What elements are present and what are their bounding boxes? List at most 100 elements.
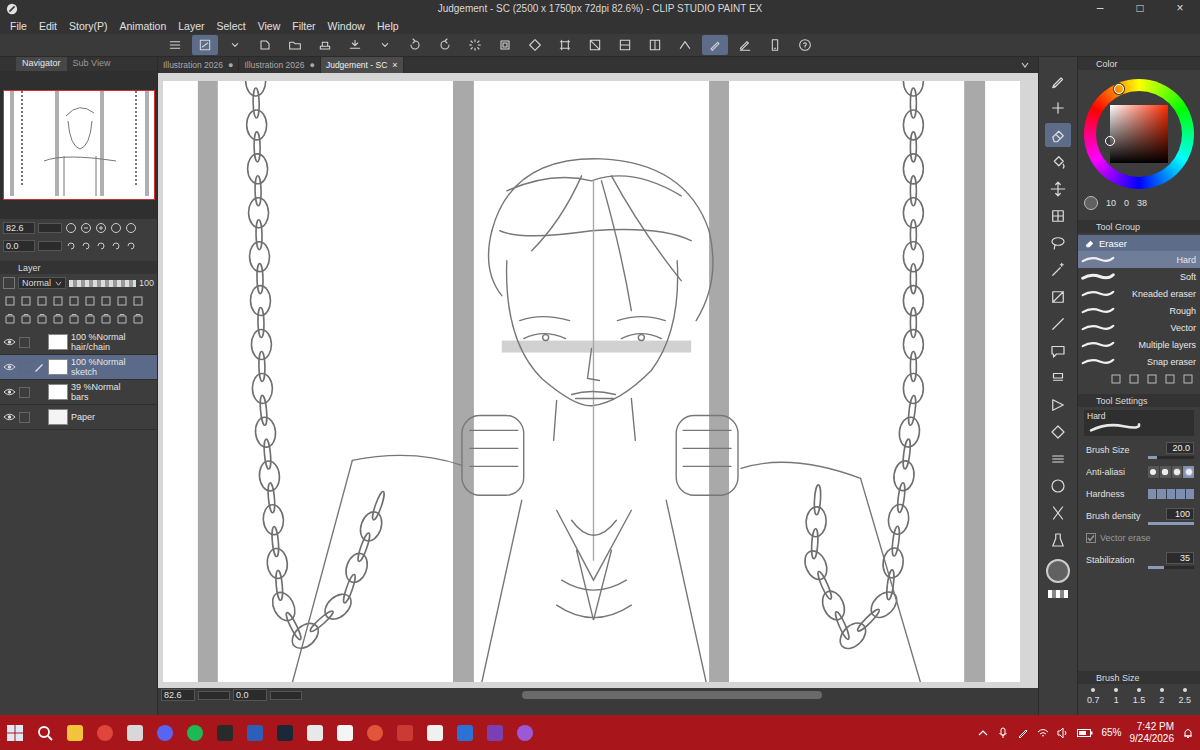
command-button[interactable] bbox=[702, 35, 728, 55]
command-button[interactable] bbox=[192, 35, 218, 55]
taskbar-app[interactable] bbox=[64, 719, 86, 747]
angle-field[interactable]: 0.0 bbox=[3, 240, 35, 252]
command-button[interactable] bbox=[792, 35, 818, 55]
command-button[interactable] bbox=[492, 35, 518, 55]
taskbar-app[interactable] bbox=[334, 719, 356, 747]
angle-slider[interactable] bbox=[38, 241, 62, 251]
drawing-canvas[interactable] bbox=[163, 81, 1020, 682]
tool-button[interactable] bbox=[1045, 339, 1071, 363]
rotate-button-icon[interactable] bbox=[65, 240, 77, 252]
zoom-button-icon[interactable] bbox=[110, 222, 122, 234]
taskbar-app[interactable] bbox=[94, 719, 116, 747]
eye-icon[interactable] bbox=[3, 362, 16, 372]
layer-tool-icon[interactable] bbox=[84, 295, 96, 307]
taskbar-app[interactable] bbox=[274, 719, 296, 747]
command-button[interactable] bbox=[672, 35, 698, 55]
setting-slider[interactable] bbox=[1148, 522, 1194, 525]
tool-button[interactable] bbox=[1045, 285, 1071, 309]
status-angle-slider[interactable] bbox=[270, 691, 302, 700]
notification-bell-icon[interactable] bbox=[1182, 727, 1194, 739]
eye-icon[interactable] bbox=[3, 337, 16, 347]
menu-item[interactable]: Filter bbox=[286, 20, 321, 32]
command-button[interactable] bbox=[402, 35, 428, 55]
tool-button[interactable] bbox=[1045, 69, 1071, 93]
command-button[interactable] bbox=[552, 35, 578, 55]
layer-tool-icon[interactable] bbox=[132, 295, 144, 307]
taskbar-app[interactable] bbox=[304, 719, 326, 747]
blend-mode-dropdown[interactable]: Normal bbox=[18, 277, 66, 289]
sub-tool-item[interactable]: Rough bbox=[1078, 302, 1200, 319]
taskbar-app[interactable] bbox=[484, 719, 506, 747]
tool-button[interactable] bbox=[1045, 474, 1071, 498]
brush-size-dot[interactable] bbox=[1091, 688, 1095, 692]
layer-tool-icon[interactable] bbox=[100, 295, 112, 307]
layer-tool-icon[interactable] bbox=[116, 295, 128, 307]
rotate-button-icon[interactable] bbox=[110, 240, 122, 252]
saturation-value-square[interactable] bbox=[1110, 105, 1168, 163]
layer-action-icon[interactable] bbox=[20, 313, 32, 325]
layer-action-icon[interactable] bbox=[84, 313, 96, 325]
status-zoom-slider[interactable] bbox=[198, 691, 230, 700]
panel-tab[interactable]: Sub View bbox=[67, 57, 117, 71]
pen-icon[interactable] bbox=[1017, 727, 1029, 739]
command-button[interactable] bbox=[162, 35, 188, 55]
layer-action-icon[interactable] bbox=[132, 313, 144, 325]
tool-button[interactable] bbox=[1045, 393, 1071, 417]
current-color-swatch[interactable] bbox=[1084, 196, 1098, 210]
menu-item[interactable]: File bbox=[4, 20, 33, 32]
tool-button[interactable] bbox=[1045, 366, 1071, 390]
hue-value[interactable]: 10 bbox=[1106, 198, 1116, 208]
layer-lock-box[interactable] bbox=[19, 387, 30, 398]
layer-lock-box[interactable] bbox=[19, 412, 30, 423]
setting-slider[interactable] bbox=[1148, 456, 1194, 459]
antialias-option[interactable] bbox=[1148, 466, 1159, 478]
command-button[interactable] bbox=[222, 35, 248, 55]
layer-tool-icon[interactable] bbox=[36, 295, 48, 307]
current-tool[interactable]: Eraser bbox=[1078, 235, 1200, 251]
tool-button[interactable] bbox=[1045, 447, 1071, 471]
window-control-button[interactable]: □ bbox=[1120, 0, 1160, 17]
brush-size-option[interactable]: 2 bbox=[1159, 695, 1164, 705]
setting-slider[interactable] bbox=[1148, 566, 1194, 569]
taskbar-app[interactable] bbox=[514, 719, 536, 747]
taskbar-app[interactable] bbox=[34, 719, 56, 747]
status-angle[interactable]: 0.0 bbox=[233, 689, 267, 701]
clock[interactable]: 7:42 PM9/24/2026 bbox=[1130, 721, 1175, 745]
taskbar-app[interactable] bbox=[364, 719, 386, 747]
sub-tool-action-icon[interactable] bbox=[1146, 373, 1158, 385]
command-button[interactable] bbox=[732, 35, 758, 55]
document-tab-mark[interactable]: ● bbox=[228, 60, 233, 70]
layer-row[interactable]: Paper bbox=[0, 405, 157, 430]
scrollbar-thumb[interactable] bbox=[522, 691, 822, 699]
tabs-menu-chevron-icon[interactable] bbox=[1020, 60, 1030, 70]
document-tab[interactable]: Illustration 2026● bbox=[158, 57, 239, 73]
document-tab-mark[interactable]: × bbox=[392, 60, 397, 70]
menu-item[interactable]: Select bbox=[211, 20, 252, 32]
rotate-button-icon[interactable] bbox=[95, 240, 107, 252]
taskbar-app[interactable] bbox=[154, 719, 176, 747]
taskbar-app[interactable] bbox=[244, 719, 266, 747]
opacity-value[interactable]: 100 bbox=[139, 278, 154, 288]
panel-tab[interactable]: Navigator bbox=[16, 57, 67, 71]
sub-tool-item[interactable]: Kneaded eraser bbox=[1078, 285, 1200, 302]
sub-tool-item[interactable]: Hard bbox=[1078, 251, 1200, 268]
sub-tool-action-icon[interactable] bbox=[1164, 373, 1176, 385]
tool-button[interactable] bbox=[1045, 96, 1071, 120]
checkbox-icon[interactable] bbox=[1086, 533, 1096, 543]
status-zoom[interactable]: 82.6 bbox=[161, 689, 195, 701]
layer-row[interactable]: 100 %Normalhair/chain bbox=[0, 330, 157, 355]
brush-size-option[interactable]: 0.7 bbox=[1087, 695, 1100, 705]
antialias-option[interactable] bbox=[1172, 466, 1183, 478]
sub-tool-item[interactable]: Multiple layers bbox=[1078, 336, 1200, 353]
sub-tool-item[interactable]: Vector bbox=[1078, 319, 1200, 336]
brush-size-dot[interactable] bbox=[1183, 688, 1187, 692]
command-button[interactable] bbox=[582, 35, 608, 55]
layer-action-icon[interactable] bbox=[4, 313, 16, 325]
brightness-value[interactable]: 38 bbox=[1137, 198, 1147, 208]
sub-tool-action-icon[interactable] bbox=[1128, 373, 1140, 385]
tool-button[interactable] bbox=[1045, 528, 1071, 552]
brush-size-option[interactable]: 2.5 bbox=[1178, 695, 1191, 705]
navigator-thumbnail[interactable] bbox=[3, 90, 155, 200]
document-tab[interactable]: Illustration 2026● bbox=[239, 57, 320, 73]
window-control-button[interactable]: – bbox=[1080, 0, 1120, 17]
